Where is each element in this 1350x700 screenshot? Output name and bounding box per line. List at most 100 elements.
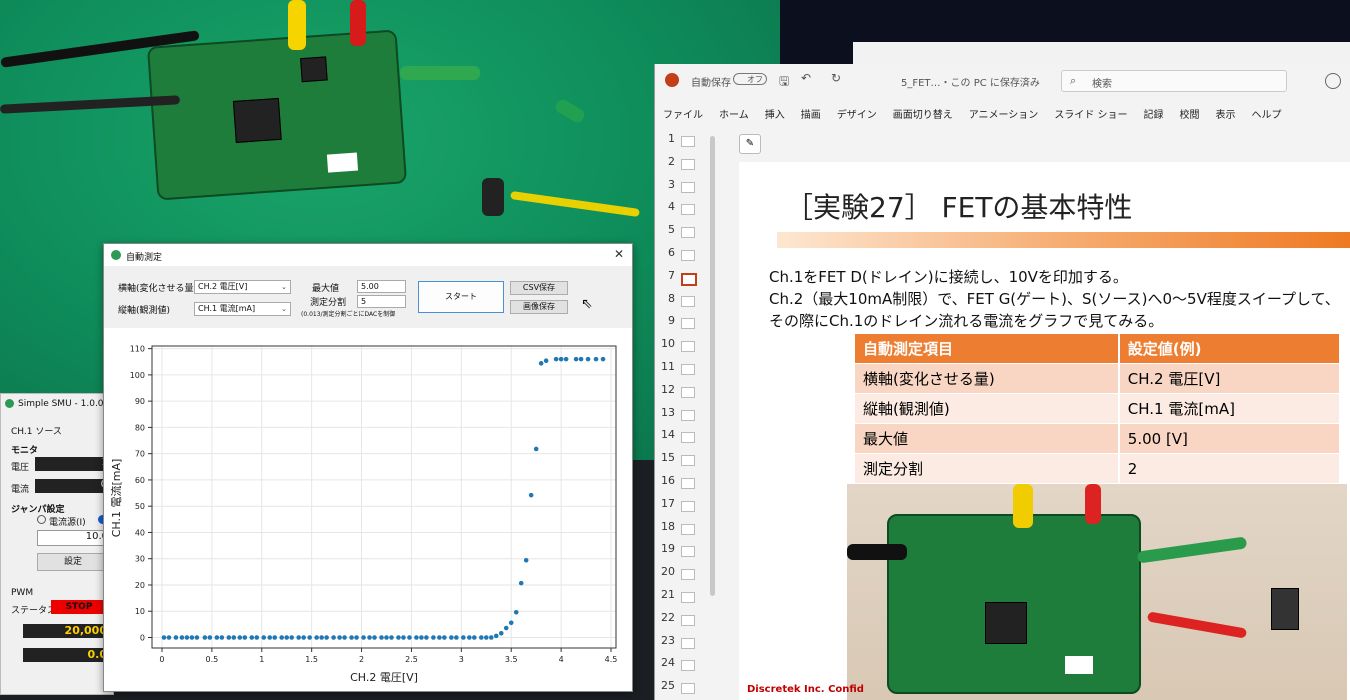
smu-title: Simple SMU - 1.0.0.0 — [18, 399, 113, 409]
current-source-radio[interactable] — [37, 515, 46, 524]
slide-thumb-icon — [681, 341, 695, 353]
slide-thumbnail[interactable]: 11 — [655, 360, 715, 380]
ribbon-tab[interactable]: 記録 — [1144, 110, 1164, 121]
set-button[interactable]: 設定 — [37, 553, 109, 571]
auto-measure-window: 自動測定 ✕ 横軸(変化させる量) CH.2 電圧[V] ⌄ 縦軸(観測値) CH… — [103, 243, 633, 692]
csv-save-button[interactable]: CSV保存 — [510, 281, 568, 295]
ribbon-tab[interactable]: 挿入 — [765, 110, 785, 121]
slide-thumbnail[interactable]: 15 — [655, 451, 715, 471]
data-point — [324, 635, 329, 640]
comment-icon[interactable]: ✎ — [739, 134, 761, 154]
slide-thumbnail[interactable]: 12 — [655, 383, 715, 403]
close-icon[interactable]: ✕ — [614, 247, 624, 261]
slide-number: 1 — [668, 132, 675, 145]
slide-thumbnail[interactable]: 24 — [655, 656, 715, 676]
slide-thumb-icon — [681, 660, 695, 672]
data-point — [331, 635, 336, 640]
slide-thumbnail[interactable]: 2 — [655, 155, 715, 175]
h-axis-select[interactable]: CH.2 電圧[V] ⌄ — [194, 280, 291, 294]
search-box[interactable]: ⌕ 検索 — [1061, 70, 1287, 92]
x-tick-label: 1 — [259, 655, 264, 664]
image-save-button[interactable]: 画像保存 — [510, 300, 568, 314]
x-tick-label: 0 — [159, 655, 164, 664]
div-label: 測定分割 — [310, 298, 347, 308]
ribbon-tab[interactable]: 校閲 — [1180, 110, 1200, 121]
ribbon-tab[interactable]: アニメーション — [969, 110, 1039, 121]
slide-canvas: ［実験27］ FETの基本特性 Ch.1をFET D(ドレイン)に接続し、10V… — [739, 162, 1350, 700]
file-name[interactable]: 5_FET…・この PC に保存済み — [901, 74, 1040, 89]
slide-thumbnail[interactable]: 17 — [655, 497, 715, 517]
slide-thumbnail[interactable]: 25 — [655, 679, 715, 699]
green-clip — [400, 66, 480, 80]
frequency-display: 20,000 — [23, 624, 107, 638]
slide-thumbnail[interactable]: 16 — [655, 474, 715, 494]
slide-thumbnails: 1 2 3 4 5 6 7 8 9 10 11 12 13 14 15 16 17 18 19 20 21 22 23 24 2… — [655, 128, 737, 700]
slide-thumb-icon — [681, 272, 697, 286]
save-icon[interactable]: 🖫 — [779, 72, 789, 93]
slide-thumbnail[interactable]: 4 — [655, 200, 715, 220]
ribbon-tab[interactable]: デザイン — [837, 110, 877, 121]
voltage-display: 1 — [35, 457, 107, 471]
data-point — [483, 635, 489, 640]
slide-title: ［実験27］ FETの基本特性 — [785, 191, 1133, 224]
slide-thumbnail[interactable]: 20 — [655, 565, 715, 585]
ribbon-tab[interactable]: ヘルプ — [1252, 110, 1282, 121]
slide-thumbnail[interactable]: 10 — [655, 337, 715, 357]
slide-thumbnail[interactable]: 13 — [655, 406, 715, 426]
data-point — [396, 635, 401, 640]
search-placeholder: 検索 — [1092, 79, 1112, 90]
slide-thumbnail[interactable]: 9 — [655, 314, 715, 334]
slide-thumbnail[interactable]: 23 — [655, 634, 715, 654]
data-point — [467, 635, 472, 640]
slide-thumbnail[interactable]: 14 — [655, 428, 715, 448]
current-label: 電流 — [11, 485, 30, 495]
slide-thumbnail[interactable]: 8 — [655, 292, 715, 312]
data-point — [437, 635, 442, 640]
data-point — [538, 361, 544, 366]
data-point — [367, 635, 372, 640]
slide-thumb-icon — [681, 637, 695, 649]
redo-icon[interactable]: ↻ — [831, 71, 841, 85]
slide-thumbnail[interactable]: 18 — [655, 520, 715, 540]
max-value-input[interactable]: 5.00 — [357, 280, 406, 293]
slide-thumb-icon — [681, 614, 695, 626]
data-point — [449, 635, 454, 640]
slide-number: 20 — [661, 565, 675, 579]
start-button[interactable]: スタート — [418, 281, 504, 313]
autosave-toggle[interactable]: オフ — [733, 73, 767, 85]
ribbon-tab[interactable]: 表示 — [1216, 110, 1236, 121]
data-point — [361, 635, 366, 640]
ribbon-tab[interactable]: 描画 — [801, 110, 821, 121]
data-point — [307, 635, 312, 640]
div-value-input[interactable]: 5 — [357, 295, 406, 308]
ribbon-tab[interactable]: ファイル — [663, 110, 703, 121]
slide-thumbnail[interactable]: 22 — [655, 611, 715, 631]
ribbon-tab[interactable]: 画面切り替え — [893, 110, 953, 121]
slide-thumbnail[interactable]: 21 — [655, 588, 715, 608]
slide-thumbnail[interactable]: 3 — [655, 178, 715, 198]
regulator-chip — [300, 56, 328, 83]
slide-thumbnail[interactable]: 19 — [655, 542, 715, 562]
setpoint-input[interactable]: 10.0 — [37, 530, 109, 546]
slide-thumbnail[interactable]: 1 — [655, 132, 715, 152]
thumbnail-scrollbar[interactable] — [710, 136, 715, 596]
slide-thumbnail[interactable]: 7 — [655, 269, 715, 289]
ribbon-tab[interactable]: スライド ショー — [1054, 110, 1127, 121]
ribbon-tab[interactable]: ホーム — [719, 110, 749, 121]
data-point — [179, 635, 185, 640]
data-point — [593, 356, 599, 362]
data-point — [337, 635, 342, 640]
slide-thumb-icon — [681, 546, 695, 558]
account-icon[interactable] — [1325, 73, 1341, 89]
slide-thumbnail[interactable]: 6 — [655, 246, 715, 266]
y-tick-label: 20 — [135, 581, 145, 590]
slide-number: 11 — [661, 360, 675, 373]
undo-icon[interactable]: ↶ — [801, 71, 811, 85]
slide-thumbnail[interactable]: 5 — [655, 223, 715, 243]
y-tick-label: 40 — [135, 528, 145, 537]
v-axis-select[interactable]: CH.1 電流[mA] ⌄ — [194, 302, 291, 316]
slide-number: 19 — [661, 542, 675, 556]
data-point — [503, 625, 509, 631]
table-cell: 2 — [1118, 453, 1339, 484]
data-point — [272, 635, 278, 640]
